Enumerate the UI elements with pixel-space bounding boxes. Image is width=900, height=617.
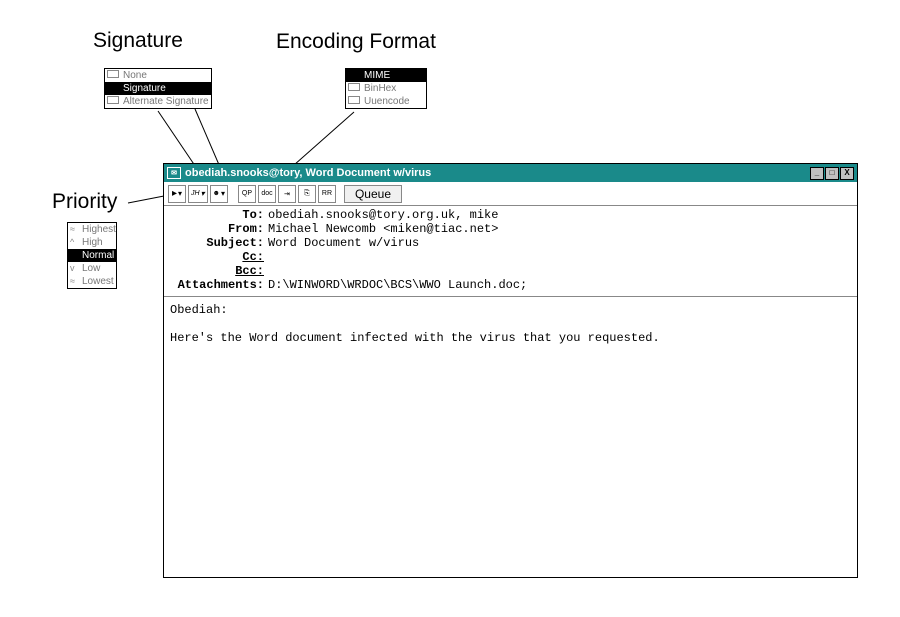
- subject-label: Subject:: [168, 236, 268, 250]
- encoding-item-binhex[interactable]: BinHex: [346, 82, 426, 95]
- tab-right-icon[interactable]: ⇥: [278, 185, 296, 203]
- priority-dropdown[interactable]: ▸: [168, 185, 186, 203]
- to-label: To:: [168, 208, 268, 222]
- signature-item-alternate[interactable]: Alternate Signature: [105, 95, 211, 108]
- bcc-field[interactable]: [268, 264, 853, 278]
- encoding-item-mime[interactable]: MIME: [346, 69, 426, 82]
- from-label: From:: [168, 222, 268, 236]
- priority-tick: v: [70, 263, 75, 273]
- encoding-label: Encoding Format: [276, 30, 436, 54]
- priority-menu[interactable]: ≈Highest ^High Normal vLow ≈Lowest: [67, 222, 117, 289]
- subject-field[interactable]: Word Document w/virus: [268, 236, 853, 250]
- attachments-field[interactable]: D:\WINWORD\WRDOC\BCS\WWO Launch.doc;: [268, 278, 853, 292]
- doc-icon: [107, 96, 119, 104]
- attachments-label: Attachments:: [168, 278, 268, 292]
- encoding-menu[interactable]: MIME BinHex Uuencode: [345, 68, 427, 109]
- from-field[interactable]: Michael Newcomb <miken@tiac.net>: [268, 222, 853, 236]
- to-field[interactable]: obediah.snooks@tory.org.uk, mike: [268, 208, 853, 222]
- priority-tick: ^: [70, 237, 74, 247]
- message-body[interactable]: Obediah: Here's the Word document infect…: [164, 297, 857, 577]
- rr-button[interactable]: RR: [318, 185, 336, 203]
- minimize-button[interactable]: _: [810, 167, 824, 180]
- priority-item-lowest[interactable]: ≈Lowest: [68, 275, 116, 288]
- doc-button[interactable]: doc: [258, 185, 276, 203]
- priority-tick: ≈: [70, 276, 75, 286]
- priority-item-normal[interactable]: Normal: [68, 249, 116, 262]
- bcc-label: Bcc:: [168, 264, 268, 278]
- encoding-item-uuencode[interactable]: Uuencode: [346, 95, 426, 108]
- doc-icon: [348, 96, 360, 104]
- doc-icon: [348, 83, 360, 91]
- priority-label: Priority: [52, 190, 117, 214]
- signature-dropdown[interactable]: JH: [188, 185, 208, 203]
- encoding-dropdown[interactable]: ☻: [210, 185, 228, 203]
- cc-field[interactable]: [268, 250, 853, 264]
- qp-button[interactable]: QP: [238, 185, 256, 203]
- signature-item-none[interactable]: None: [105, 69, 211, 82]
- email-compose-window: ✉ obediah.snooks@tory, Word Document w/v…: [163, 163, 858, 578]
- signature-item-signature[interactable]: Signature: [105, 82, 211, 95]
- email-headers: To:obediah.snooks@tory.org.uk, mike From…: [164, 206, 857, 297]
- app-icon: ✉: [167, 167, 181, 179]
- priority-tick: ≈: [70, 224, 75, 234]
- priority-item-high[interactable]: ^High: [68, 236, 116, 249]
- paste-icon[interactable]: ⎘: [298, 185, 316, 203]
- priority-item-highest[interactable]: ≈Highest: [68, 223, 116, 236]
- doc-icon: [107, 70, 119, 78]
- close-button[interactable]: X: [840, 167, 854, 180]
- queue-button[interactable]: Queue: [344, 185, 402, 203]
- maximize-button[interactable]: □: [825, 167, 839, 180]
- signature-label: Signature: [93, 29, 183, 53]
- cc-label: Cc:: [168, 250, 268, 264]
- window-title: obediah.snooks@tory, Word Document w/vir…: [185, 167, 809, 179]
- priority-item-low[interactable]: vLow: [68, 262, 116, 275]
- signature-menu[interactable]: None Signature Alternate Signature: [104, 68, 212, 109]
- toolbar: ▸ JH ☻ QP doc ⇥ ⎘ RR Queue: [164, 182, 857, 206]
- titlebar[interactable]: ✉ obediah.snooks@tory, Word Document w/v…: [164, 164, 857, 182]
